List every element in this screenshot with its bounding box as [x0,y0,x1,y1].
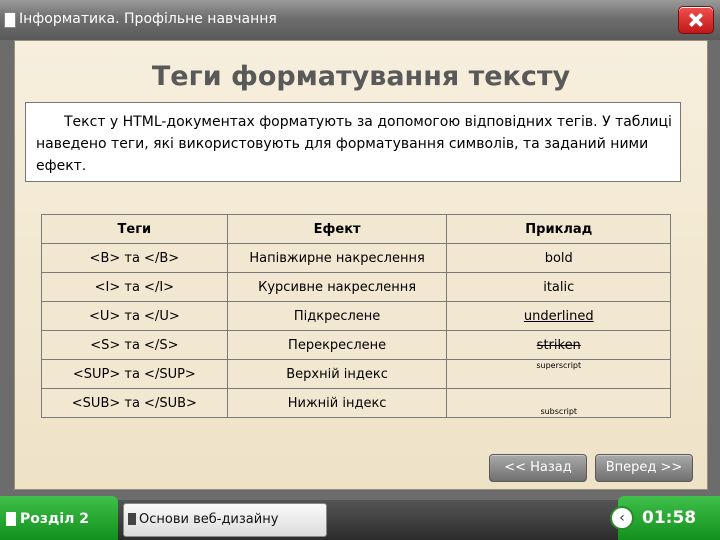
table-row: <I> та </I> Курсивне накреслення italic [41,272,671,302]
example-cell: subscript [446,388,671,418]
column-header-effect: Ефект [226,214,448,244]
slide-panel: Теги форматування тексту Текст у HTML-до… [14,40,708,490]
document-icon [128,513,136,525]
document-icon [6,512,16,526]
example-superscript: superscript [536,360,582,370]
section-label: Розділ 2 [20,511,89,527]
example-cell: striken [446,330,671,360]
effect-cell: Напівжирне накреслення [226,243,448,273]
example-cell: superscript [446,359,671,389]
table-row: <B> та </B> Напівжирне накреслення bold [41,243,671,273]
format-tags-table: Теги Ефект Приклад <B> та </B> Напівжирн… [41,214,671,418]
section-tab[interactable]: Розділ 2 [0,496,118,540]
title-bar: Інформатика. Профільне навчання [0,0,720,40]
effect-cell: Верхній індекс [226,359,448,389]
example-bold: bold [544,250,573,266]
effect-cell: Підкреслене [226,301,448,331]
close-button[interactable] [678,6,714,34]
tag-cell: <B> та </B> [41,243,228,273]
tag-cell: <I> та </I> [41,272,228,302]
tag-cell: <SUP> та </SUP> [41,359,228,389]
example-cell: underlined [446,301,671,331]
page-title: Теги форматування тексту [151,61,571,92]
table-header-row: Теги Ефект Приклад [41,214,671,244]
effect-cell: Перекреслене [226,330,448,360]
timer-value: 01:58 [642,508,697,528]
topic-label: Основи веб-дизайну [139,512,279,527]
table-row: <SUP> та </SUP> Верхній індекс superscri… [41,359,671,389]
column-header-example: Приклад [446,214,671,244]
table-row: <S> та </S> Перекреслене striken [41,330,671,360]
forward-button[interactable]: Вперед >> [595,454,693,482]
tag-cell: <S> та </S> [41,330,228,360]
effect-cell: Нижній індекс [226,388,448,418]
tag-cell: <U> та </U> [41,301,228,331]
intro-text: Текст у HTML-документах форматують за до… [36,114,672,174]
table-row: <U> та </U> Підкреслене underlined [41,301,671,331]
example-underlined: underlined [523,308,594,324]
column-header-tags: Теги [41,214,228,244]
back-button[interactable]: << Назад [489,454,587,482]
effect-cell: Курсивне накреслення [226,272,448,302]
tag-cell: <SUB> та </SUB> [41,388,228,418]
example-italic: italic [543,279,575,295]
example-subscript: subscript [540,406,578,416]
example-cell: bold [446,243,671,273]
intro-textbox: Текст у HTML-документах форматують за до… [25,102,681,182]
window-title: Інформатика. Профільне навчання [19,11,277,27]
table-row: <SUB> та </SUB> Нижній індекс subscript [41,388,671,418]
topic-tab[interactable]: Основи веб-дизайну [123,503,327,537]
example-striken: striken [536,337,581,353]
back-arrow-icon[interactable]: ‹ [610,506,634,530]
document-icon [4,12,16,28]
example-cell: italic [446,272,671,302]
